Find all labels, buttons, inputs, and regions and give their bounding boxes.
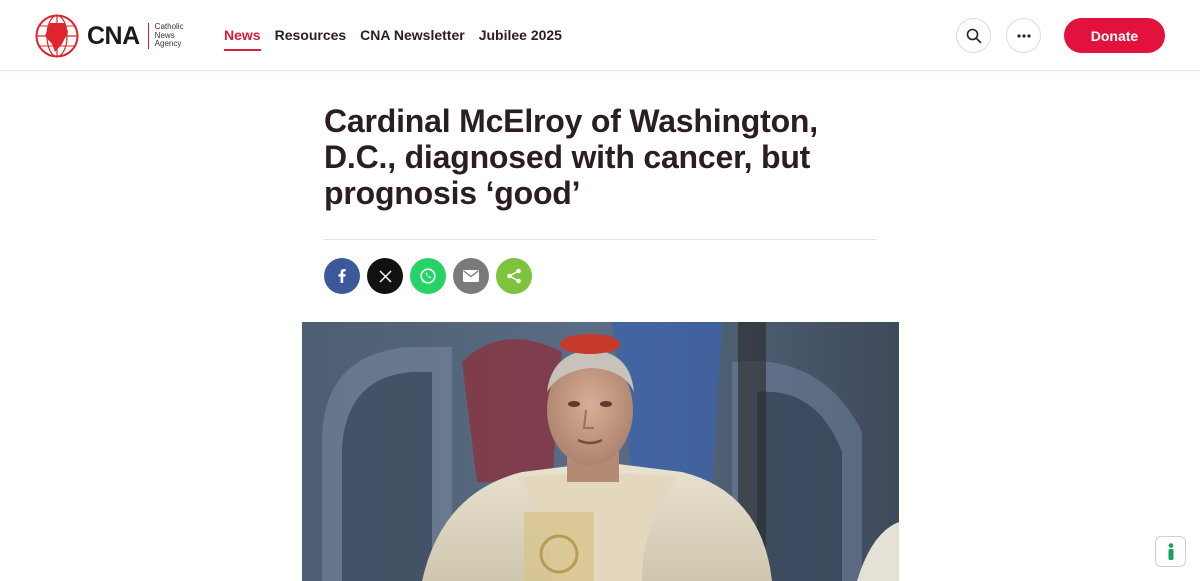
email-icon [463,270,479,282]
divider [324,239,876,240]
facebook-share-button[interactable] [324,258,360,294]
share-button[interactable] [496,258,532,294]
main-nav: News Resources CNA Newsletter Jubilee 20… [224,27,562,51]
nav-item-resources[interactable]: Resources [275,27,347,51]
brand-sub-line: Agency [154,39,182,49]
cna-logo[interactable]: CNA Catholic News Agency [35,14,184,58]
nav-item-jubilee-2025[interactable]: Jubilee 2025 [479,27,562,51]
article-hero-image [302,322,899,581]
globe-logo-icon [35,14,79,58]
brand-subtitle: Catholic News Agency [155,23,184,49]
more-button[interactable] [1006,18,1041,53]
whatsapp-icon [420,268,436,284]
share-icon [507,268,521,284]
site-header: CNA Catholic News Agency News Resources … [0,0,1200,71]
x-share-button[interactable] [367,258,403,294]
x-icon [379,270,391,282]
logo-divider [147,23,149,49]
email-share-button[interactable] [453,258,489,294]
hero-photo [302,322,899,581]
accessibility-icon [1168,542,1173,560]
share-bar [324,258,532,294]
article-title: Cardinal McElroy of Washington, D.C., di… [324,103,818,211]
donate-button[interactable]: Donate [1064,18,1165,53]
facebook-icon [338,269,346,283]
brand-name: CNA [87,21,140,50]
accessibility-button[interactable] [1155,536,1186,567]
search-icon [966,28,981,43]
whatsapp-share-button[interactable] [410,258,446,294]
nav-item-news[interactable]: News [224,27,261,51]
nav-item-cna-newsletter[interactable]: CNA Newsletter [360,27,465,51]
more-horizontal-icon [1016,33,1031,38]
search-button[interactable] [956,18,991,53]
